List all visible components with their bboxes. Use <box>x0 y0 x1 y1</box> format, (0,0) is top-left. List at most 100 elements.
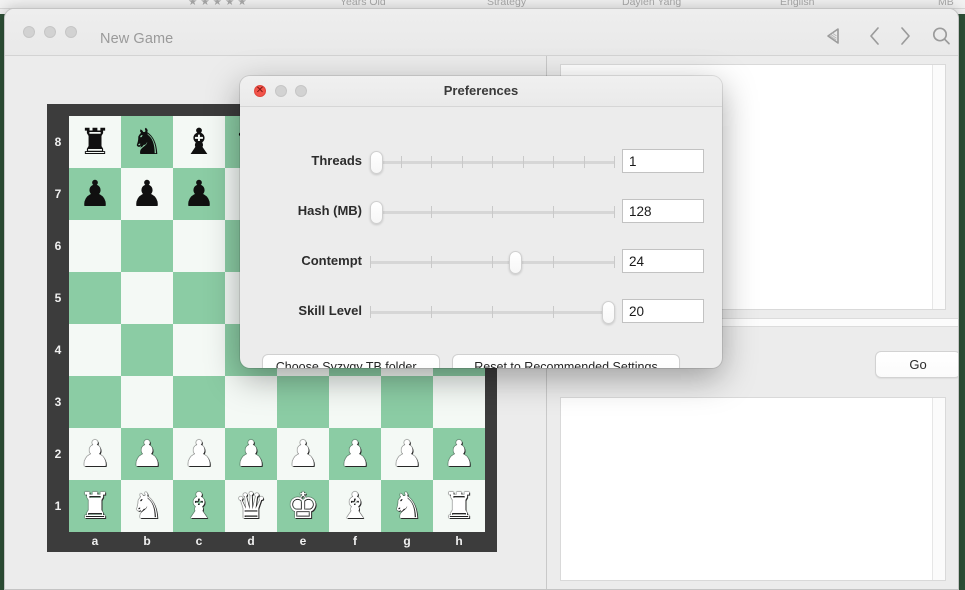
preference-row: Contempt 24 <box>240 247 722 277</box>
board-square-a3[interactable] <box>69 376 121 428</box>
board-square-b1[interactable]: ♞ <box>121 480 173 532</box>
board-file-label: f <box>353 534 357 548</box>
board-square-f1[interactable]: ♝ <box>329 480 381 532</box>
board-square-e1[interactable]: ♚ <box>277 480 329 532</box>
board-square-a4[interactable] <box>69 324 121 376</box>
reset-to-recommended-settings-button[interactable]: Reset to Recommended Settings <box>452 354 680 368</box>
background-column-header: MB <box>938 0 954 8</box>
board-square-f2[interactable]: ♟ <box>329 428 381 480</box>
board-square-d1[interactable]: ♛ <box>225 480 277 532</box>
board-square-a7[interactable]: ♟ <box>69 168 121 220</box>
preferences-body: Threads 1 Hash (MB) 128 Contempt 24 Skill Leve… <box>240 107 722 368</box>
slider-thumb[interactable] <box>509 251 522 274</box>
board-piece: ♟ <box>234 433 268 474</box>
board-square-c6[interactable] <box>173 220 225 272</box>
board-square-g2[interactable]: ♟ <box>381 428 433 480</box>
board-square-f3[interactable] <box>329 376 381 428</box>
slider-tick <box>431 206 432 218</box>
board-square-g3[interactable] <box>381 376 433 428</box>
preferences-dialog: ✕ Preferences Threads 1 Hash (MB) 128 Contem… <box>240 76 722 368</box>
board-piece: ♟ <box>130 433 164 474</box>
preference-slider[interactable] <box>370 297 615 327</box>
board-square-d3[interactable] <box>225 376 277 428</box>
preference-slider[interactable] <box>370 197 615 227</box>
board-square-b4[interactable] <box>121 324 173 376</box>
slider-thumb[interactable] <box>370 201 383 224</box>
preference-row: Skill Level 20 <box>240 297 722 327</box>
background-column-header: ★ ★ ★ ★ ★ <box>188 0 247 8</box>
board-square-a5[interactable] <box>69 272 121 324</box>
slider-thumb[interactable] <box>370 151 383 174</box>
preference-value-field[interactable]: 24 <box>622 249 704 273</box>
board-rank-label: 7 <box>54 187 62 201</box>
preference-value-field[interactable]: 1 <box>622 149 704 173</box>
board-square-c7[interactable]: ♟ <box>173 168 225 220</box>
board-square-c8[interactable]: ♝ <box>173 116 225 168</box>
board-square-a1[interactable]: ♜ <box>69 480 121 532</box>
board-square-h2[interactable]: ♟ <box>433 428 485 480</box>
board-square-h3[interactable] <box>433 376 485 428</box>
board-square-e3[interactable] <box>277 376 329 428</box>
board-square-a2[interactable]: ♟ <box>69 428 121 480</box>
slider-tick <box>614 206 615 218</box>
board-rank-row: ♜ ♞ ♝ ♛ ♚ ♝ ♞ ♜ <box>69 480 485 532</box>
board-rank-label: 4 <box>54 343 62 357</box>
go-button[interactable]: Go <box>875 351 958 378</box>
preference-slider[interactable] <box>370 147 615 177</box>
forward-chevron-icon[interactable] <box>891 22 919 50</box>
window-title: New Game <box>100 31 174 47</box>
board-square-c4[interactable] <box>173 324 225 376</box>
main-maximize-button[interactable] <box>65 26 77 38</box>
main-window-titlebar: New Game <box>5 9 958 56</box>
slider-tick <box>492 206 493 218</box>
preferences-titlebar[interactable]: ✕ Preferences <box>240 76 722 107</box>
board-square-b5[interactable] <box>121 272 173 324</box>
board-piece: ♟ <box>182 173 216 214</box>
board-piece: ♝ <box>338 485 372 526</box>
board-square-c3[interactable] <box>173 376 225 428</box>
board-file-label: c <box>195 534 203 548</box>
board-piece: ♟ <box>390 433 424 474</box>
analysis-panel-scrollbar[interactable] <box>932 65 945 309</box>
board-piece: ♟ <box>78 173 112 214</box>
board-square-b7[interactable]: ♟ <box>121 168 173 220</box>
slider-tick <box>431 156 432 168</box>
sound-icon[interactable] <box>819 22 847 50</box>
search-icon[interactable] <box>927 22 955 50</box>
board-file-labels: a b c d e f g h <box>69 532 485 550</box>
board-square-c5[interactable] <box>173 272 225 324</box>
board-rank-label: 2 <box>54 447 62 461</box>
board-square-g1[interactable]: ♞ <box>381 480 433 532</box>
slider-tick <box>370 256 371 268</box>
main-close-button[interactable] <box>23 26 35 38</box>
board-piece: ♝ <box>182 121 216 162</box>
preference-value-field[interactable]: 20 <box>622 299 704 323</box>
preference-value-field[interactable]: 128 <box>622 199 704 223</box>
slider-thumb[interactable] <box>602 301 615 324</box>
board-square-c2[interactable]: ♟ <box>173 428 225 480</box>
board-square-h1[interactable]: ♜ <box>433 480 485 532</box>
board-square-e2[interactable]: ♟ <box>277 428 329 480</box>
preference-row: Hash (MB) 128 <box>240 197 722 227</box>
board-square-a8[interactable]: ♜ <box>69 116 121 168</box>
moves-panel-scrollbar[interactable] <box>932 398 945 580</box>
board-piece: ♛ <box>234 485 268 526</box>
board-square-a6[interactable] <box>69 220 121 272</box>
slider-tick <box>553 306 554 318</box>
main-minimize-button[interactable] <box>44 26 56 38</box>
slider-tick <box>431 306 432 318</box>
board-file-label: a <box>91 534 99 548</box>
moves-panel[interactable] <box>560 397 946 581</box>
back-chevron-icon[interactable] <box>861 22 889 50</box>
board-rank-label: 5 <box>54 291 62 305</box>
board-square-b6[interactable] <box>121 220 173 272</box>
board-square-b2[interactable]: ♟ <box>121 428 173 480</box>
board-square-b8[interactable]: ♞ <box>121 116 173 168</box>
slider-tick <box>492 156 493 168</box>
board-square-d2[interactable]: ♟ <box>225 428 277 480</box>
board-square-c1[interactable]: ♝ <box>173 480 225 532</box>
choose-syzygy-tb-folder-button[interactable]: Choose Syzygy TB folder... <box>262 354 440 368</box>
board-square-b3[interactable] <box>121 376 173 428</box>
preference-slider[interactable] <box>370 247 615 277</box>
slider-tick <box>492 256 493 268</box>
